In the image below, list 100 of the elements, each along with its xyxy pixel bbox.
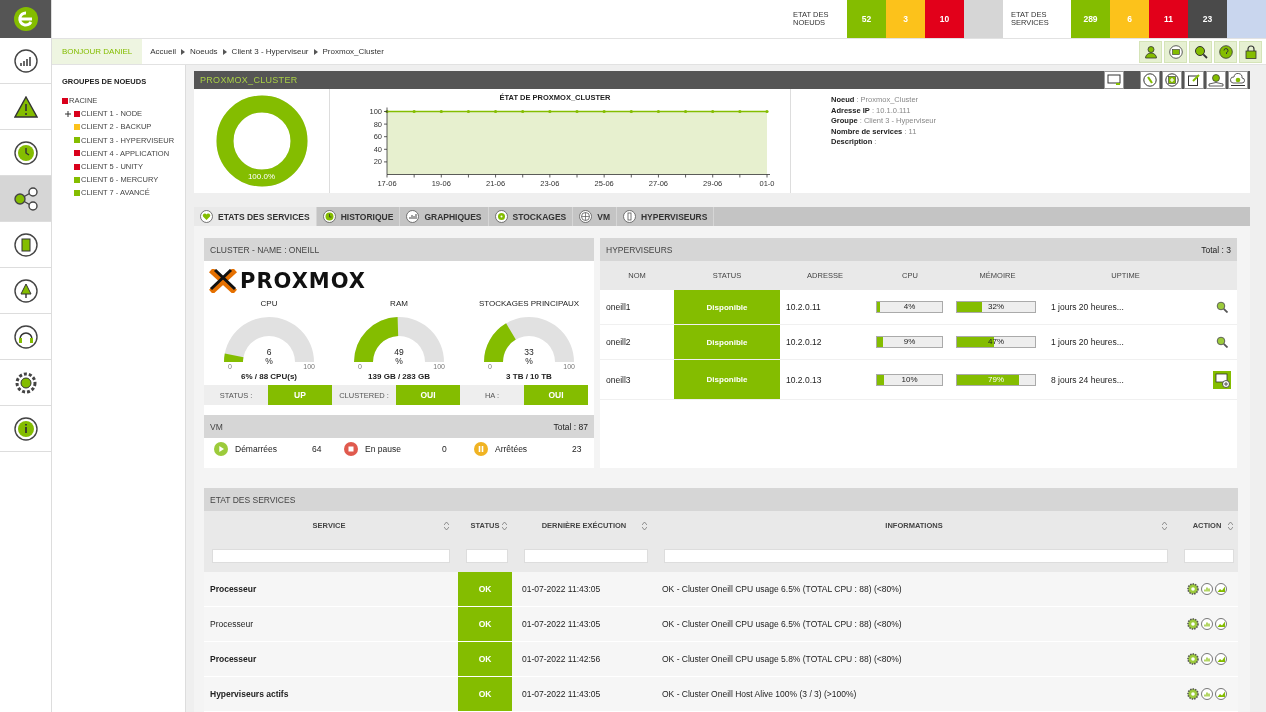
table-cell-text: 1 jours 20 heures... xyxy=(1050,336,1125,349)
warning-icon xyxy=(13,95,38,118)
caret-icon xyxy=(313,48,318,55)
help-button[interactable] xyxy=(1214,40,1237,63)
status-cell: OK xyxy=(458,642,512,676)
status-cell: Disponible xyxy=(674,325,780,359)
breadcrumb-link[interactable]: Noeuds xyxy=(190,47,218,56)
gauge-value: 49 xyxy=(393,347,405,357)
search-icon xyxy=(1193,44,1208,59)
vm-count: 23 xyxy=(572,444,582,454)
sort-icon[interactable] xyxy=(1228,522,1233,530)
table-cell-text: 01-07-2022 11:43:05 xyxy=(521,583,602,596)
bar-chart-icon[interactable] xyxy=(1201,653,1213,665)
gauge-value: 33 xyxy=(523,347,535,357)
settings-icon[interactable] xyxy=(1187,618,1199,630)
sort-icon[interactable] xyxy=(502,522,507,530)
tab[interactable]: ETATS DES SERVICES xyxy=(194,207,317,226)
breadcrumb-link[interactable]: Proxmox_Cluster xyxy=(322,47,384,56)
filter-field[interactable] xyxy=(212,549,450,563)
mail-icon xyxy=(1168,44,1183,59)
settings-icon[interactable] xyxy=(1187,653,1199,665)
edit-icon xyxy=(1187,73,1201,88)
gauge-unit: % xyxy=(524,356,534,366)
search-icon[interactable] xyxy=(1215,301,1228,313)
table-cell-text: 8 jours 24 heures... xyxy=(1050,373,1125,387)
chart-icon[interactable] xyxy=(1215,618,1227,630)
sort-icon[interactable] xyxy=(444,522,449,530)
status-cell: Disponible xyxy=(674,360,780,399)
status-count[interactable]: 11 xyxy=(1149,0,1188,38)
settings-icon[interactable] xyxy=(1187,688,1199,700)
table-cell-text: 01-07-2022 11:43:05 xyxy=(521,688,602,701)
chart-icon[interactable] xyxy=(1215,688,1227,700)
data-point xyxy=(412,110,416,114)
filter-field[interactable] xyxy=(1184,549,1234,563)
chart-icon[interactable] xyxy=(1215,583,1227,595)
table-cell-text: 01-07-2022 11:42:56 xyxy=(521,653,602,666)
breadcrumb-link[interactable]: Accueil xyxy=(150,47,177,56)
table-cell-text: OK - Cluster Oneill CPU usage 6.5% (TOTAL CPU : 88) (<80%) xyxy=(661,618,903,631)
monitor-button[interactable] xyxy=(1104,71,1124,90)
filter-field[interactable] xyxy=(466,549,508,563)
gauge-caption: 139 GB / 283 GB xyxy=(368,372,430,381)
data-point xyxy=(548,110,552,114)
search-icon[interactable] xyxy=(1215,336,1228,348)
bar-chart-icon[interactable] xyxy=(1201,688,1213,700)
bar-reading: 4% xyxy=(902,302,917,312)
status-count[interactable]: 23 xyxy=(1188,0,1227,38)
table-cell-text: oneill3 xyxy=(605,373,632,387)
filter-field[interactable] xyxy=(524,549,648,563)
node-title: PROXMOX_CLUSTER xyxy=(200,75,298,86)
edit-button[interactable] xyxy=(1184,71,1204,90)
panel-title: HYPERVISEURS xyxy=(606,244,673,255)
chart-icon[interactable] xyxy=(1215,653,1227,665)
brand-logo: PROXMOX xyxy=(240,270,367,292)
data-point xyxy=(629,110,633,114)
table-cell-text: 10.2.0.11 xyxy=(785,301,822,314)
expand-icon[interactable] xyxy=(65,110,71,117)
pause-icon xyxy=(474,442,488,456)
bar-chart-icon[interactable] xyxy=(1201,618,1213,630)
filter-field[interactable] xyxy=(664,549,1168,563)
cloud-button[interactable] xyxy=(1228,71,1248,90)
table-cell-text: oneill1 xyxy=(605,301,632,314)
heart-icon xyxy=(200,210,213,224)
profile-button[interactable] xyxy=(1139,40,1162,63)
data-point xyxy=(385,110,389,114)
sort-icon[interactable] xyxy=(642,522,647,530)
add-button[interactable] xyxy=(1162,71,1182,90)
stop-icon xyxy=(344,442,358,456)
search-button[interactable] xyxy=(1189,40,1212,63)
table-cell-text: Processeur xyxy=(209,618,254,631)
status-cell: OK xyxy=(458,677,512,711)
data-point xyxy=(575,110,579,114)
bar-reading: 79% xyxy=(987,374,1005,385)
lock-button[interactable] xyxy=(1239,40,1262,63)
hand-button[interactable] xyxy=(1206,71,1226,90)
mail-button[interactable] xyxy=(1164,40,1187,63)
breadcrumb-link[interactable]: Client 3 - Hyperviseur xyxy=(231,47,309,56)
nav-item[interactable] xyxy=(0,176,51,222)
hand-icon xyxy=(1208,73,1224,88)
tree-icon xyxy=(13,278,38,303)
bar-reading: 32% xyxy=(987,302,1005,312)
status-cell: OK xyxy=(458,607,512,641)
lock-icon xyxy=(1244,44,1257,59)
sort-icon[interactable] xyxy=(1162,522,1167,530)
settings-icon[interactable] xyxy=(1187,583,1199,595)
add-screen-icon[interactable] xyxy=(1212,370,1231,389)
table-cell-text: OK - Cluster Oneill Host Alive 100% (3 / 3) (>100%) xyxy=(661,688,858,701)
table-cell-text: Processeur xyxy=(209,653,258,666)
info-icon xyxy=(13,416,38,441)
bar-chart-icon[interactable] xyxy=(1201,583,1213,595)
disk-icon xyxy=(494,210,508,224)
status-count[interactable]: 10 xyxy=(925,0,964,38)
tool-button[interactable] xyxy=(1140,71,1160,90)
bar-reading: 10% xyxy=(900,374,919,385)
clock-icon xyxy=(13,140,38,165)
caret-icon xyxy=(181,48,186,55)
gauge-unit: % xyxy=(394,356,404,366)
app-logo[interactable] xyxy=(0,0,51,38)
play-icon xyxy=(214,442,228,456)
globe-icon xyxy=(579,210,593,224)
table-cell-text: 10.2.0.12 xyxy=(785,336,823,349)
